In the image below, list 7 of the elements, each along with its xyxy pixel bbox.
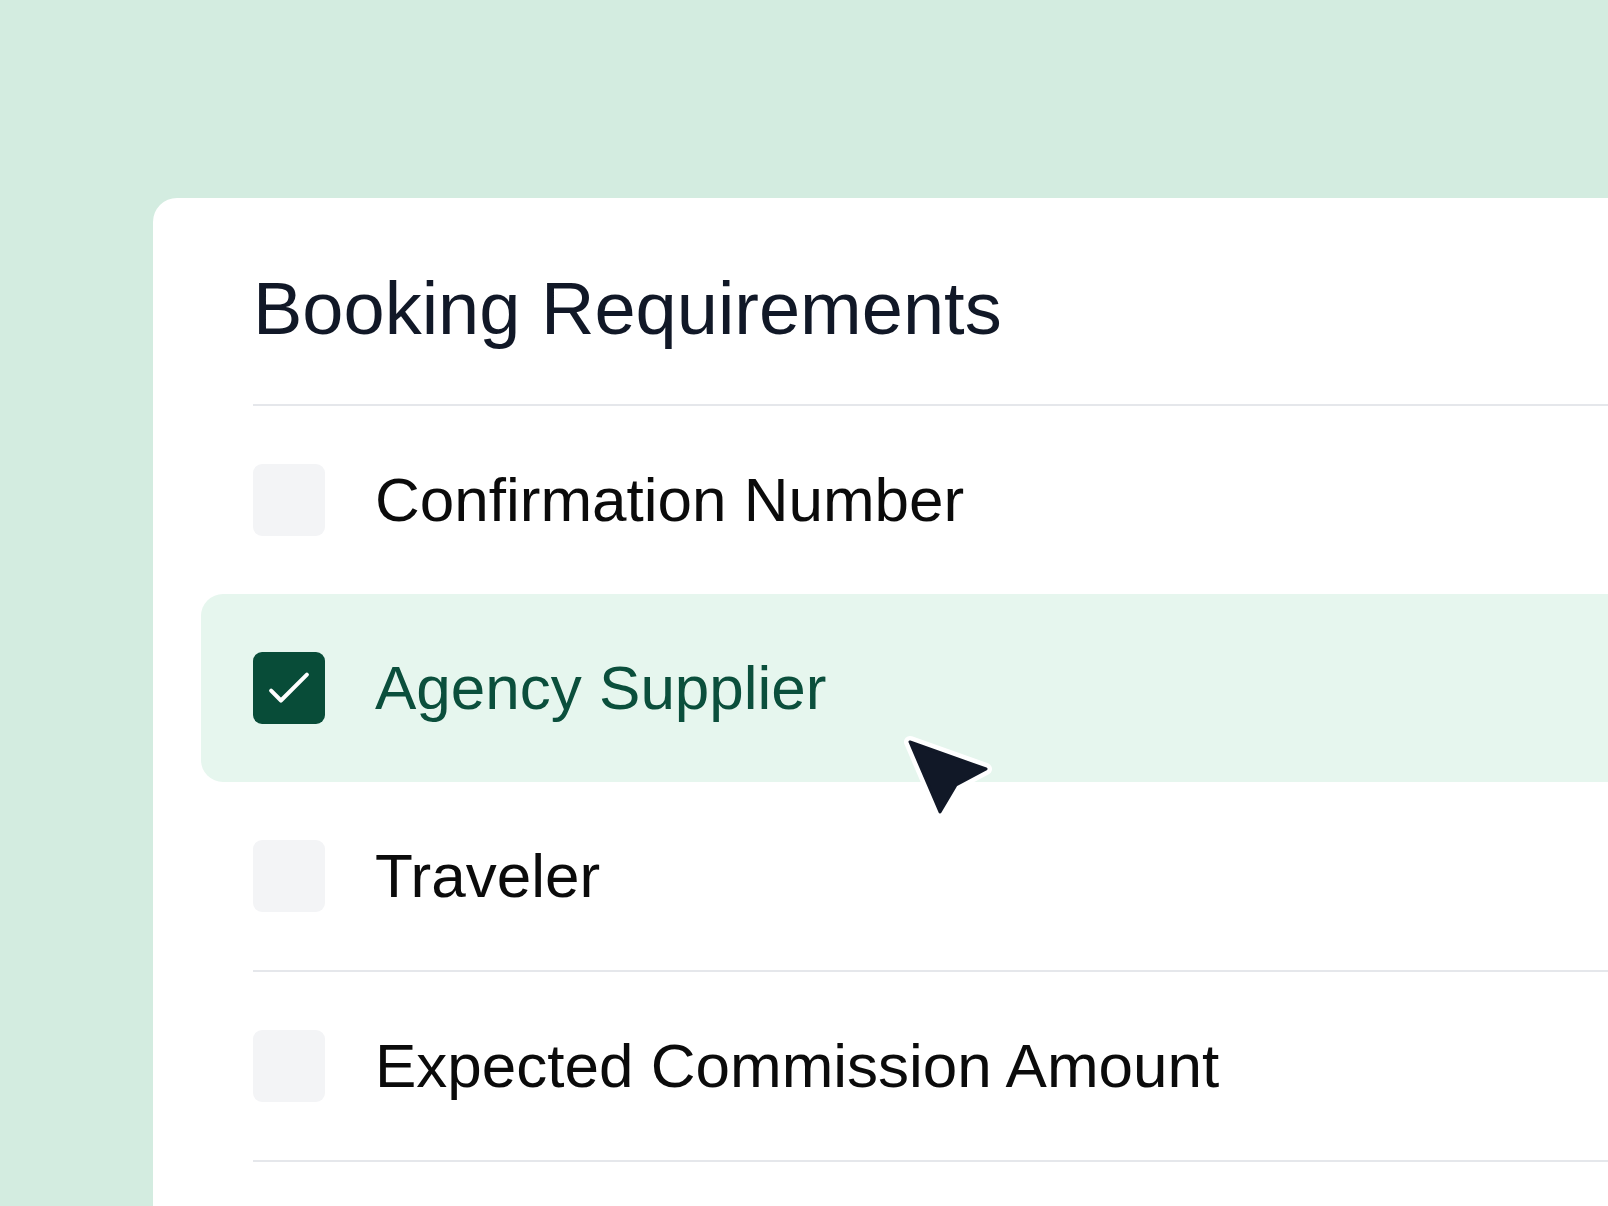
checkbox[interactable] (253, 652, 325, 724)
checkbox-label: Traveler (375, 840, 601, 912)
checkbox-label: Confirmation Number (375, 464, 965, 536)
checkbox-label: Expected Commission Amount (375, 1030, 1220, 1102)
card-title: Booking Requirements (253, 266, 1002, 352)
checkmark-icon (267, 671, 311, 705)
checkbox-label: Agency Supplier (375, 652, 827, 724)
